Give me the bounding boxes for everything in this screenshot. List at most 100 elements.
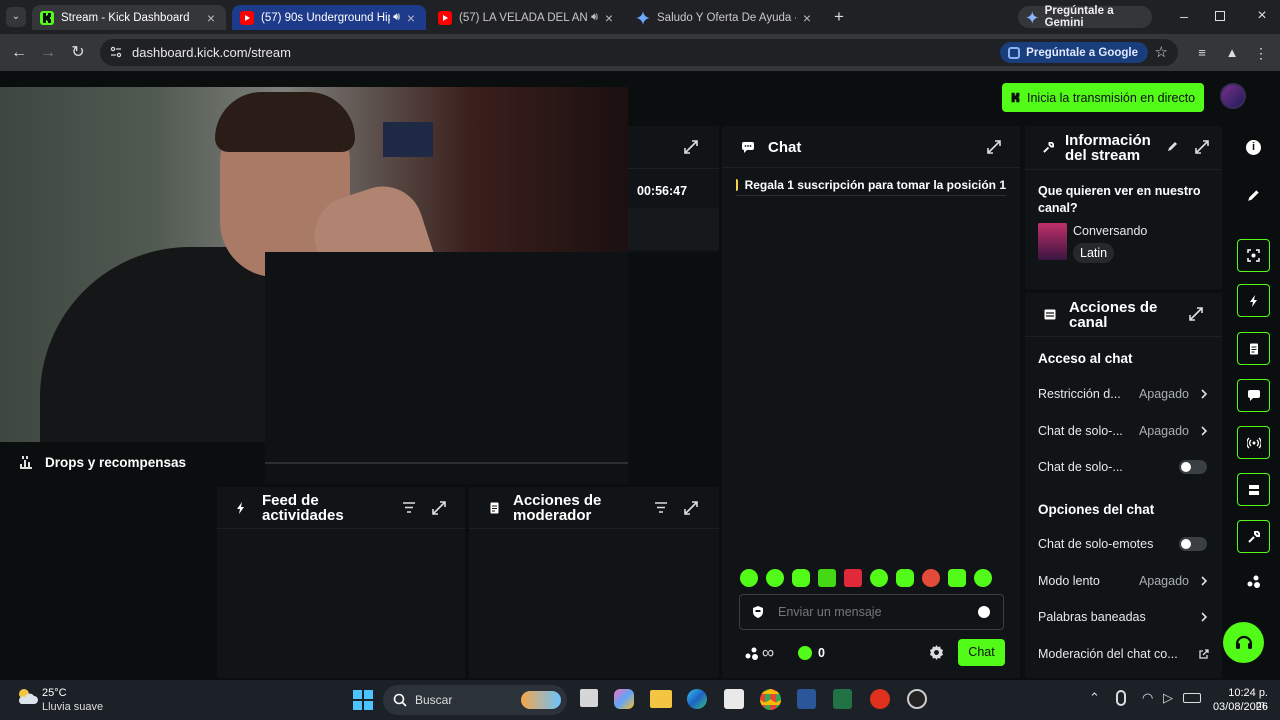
rail-button-channel[interactable] [1237,473,1270,506]
back-button[interactable]: ← [9,43,29,63]
volume-icon[interactable]: ▷ [1163,690,1173,706]
chat-access-heading: Acceso al chat [1038,351,1133,366]
stream-info-title-2: del stream [1065,147,1141,164]
obs-icon[interactable] [907,689,927,709]
site-info-icon[interactable] [110,46,122,58]
emote-icon[interactable] [740,569,758,587]
extension-icon[interactable]: ▲ [1222,43,1242,63]
subscribers-only-row: Chat de solo-... [1038,457,1209,477]
store-icon[interactable] [724,689,744,709]
emote-icon[interactable] [974,569,992,587]
gear-icon[interactable] [929,645,944,660]
send-chat-button[interactable]: Chat [958,639,1005,666]
slow-restriction-row[interactable]: Restricción d... Apagado [1038,384,1209,404]
close-icon[interactable]: × [800,10,814,26]
emote-icon[interactable] [948,569,966,587]
expand-icon[interactable] [684,140,698,154]
followers-only-row[interactable]: Chat de solo-... Apagado [1038,421,1209,441]
taskbar-search-box[interactable]: Buscar [383,685,567,715]
close-icon[interactable]: × [404,10,418,26]
rail-button-mod[interactable] [1237,332,1270,365]
emote-icon[interactable] [792,569,810,587]
rail-button-tools[interactable] [1237,520,1270,553]
battery-icon[interactable] [1183,693,1201,703]
minimize-button[interactable]: – [1175,8,1193,26]
chrome-icon[interactable] [760,689,781,710]
close-window-button[interactable]: × [1253,7,1271,25]
category-name[interactable]: Conversando [1073,224,1147,238]
close-icon[interactable]: × [204,10,218,26]
cluster-icon[interactable] [745,647,759,661]
banned-words-row[interactable]: Palabras baneadas [1038,607,1209,627]
tag-chip[interactable]: Latin [1073,243,1115,263]
weather-temp[interactable]: 25°C [42,687,67,699]
expand-icon[interactable] [432,501,446,515]
emoji-icon[interactable] [978,606,990,618]
excel-icon[interactable] [833,689,852,709]
file-explorer-icon[interactable] [650,690,672,708]
emote-only-toggle[interactable] [1179,537,1207,551]
bookmark-star-icon[interactable]: ☆ [1155,43,1168,61]
ask-google-button[interactable]: Pregúntale a Google [1000,42,1148,63]
drops-rewards-item[interactable]: Drops y recompensas [18,454,186,470]
tab-youtube-velada[interactable]: (57) LA VELADA DEL AÑO V 🔊︎ × [430,5,624,30]
app-red-icon[interactable] [870,689,890,709]
gift-sub-banner[interactable]: Regala 1 suscripción para tomar la posic… [736,174,1006,196]
omnibox[interactable]: dashboard.kick.com/stream Pregúntale a G… [100,39,1178,66]
rail-button-screen[interactable] [1237,239,1270,272]
avatar[interactable] [1220,83,1246,109]
person-hair [215,92,355,152]
emote-icon[interactable] [844,569,862,587]
cluster-icon[interactable] [1247,575,1261,589]
new-tab-button[interactable]: + [830,7,848,27]
word-icon[interactable] [797,689,816,709]
forward-button[interactable]: → [38,43,58,63]
emote-icon[interactable] [870,569,888,587]
media-controls-icon[interactable]: ≡ [1192,43,1212,63]
support-chat-button[interactable] [1223,622,1264,663]
expand-icon[interactable] [1189,307,1203,321]
chat-moderation-row[interactable]: Moderación del chat co... [1038,644,1209,664]
gemini-button[interactable]: Pregúntale a Gemini [1018,5,1152,29]
emote-icon[interactable] [766,569,784,587]
windows-start-icon[interactable] [353,690,373,710]
rail-button-broadcast[interactable] [1237,426,1270,459]
speaker-icon[interactable]: 🔊︎ [393,11,400,24]
subscribers-only-toggle[interactable] [1179,460,1207,474]
microphone-icon[interactable] [1116,690,1126,706]
kick-points-icon[interactable] [798,646,812,660]
rail-button-activity[interactable] [1237,284,1270,317]
filter-icon[interactable] [655,502,667,513]
chat-input-box[interactable] [739,594,1004,630]
close-icon[interactable]: × [602,10,616,26]
webcam-preview [0,87,628,442]
edge-icon[interactable] [687,689,707,709]
emote-icon[interactable] [896,569,914,587]
tab-search-button[interactable]: ⌄ [6,7,26,27]
expand-icon[interactable] [1195,140,1209,154]
task-view-icon[interactable] [580,689,598,707]
emote-icon[interactable] [922,569,940,587]
copilot-icon[interactable] [614,689,634,709]
filter-icon[interactable] [403,502,415,513]
restore-button[interactable] [1215,11,1225,21]
tab-kick-dashboard[interactable]: Stream - Kick Dashboard × [32,5,226,30]
pencil-icon[interactable] [1167,140,1179,152]
expand-icon[interactable] [684,501,698,515]
pencil-icon[interactable] [1247,188,1261,202]
chat-message-input[interactable] [778,605,978,619]
expand-icon[interactable] [987,140,1001,154]
chevron-up-icon[interactable]: ⌃ [1089,690,1100,706]
rail-button-chat[interactable] [1237,379,1270,412]
info-icon[interactable]: i [1246,140,1261,155]
speaker-icon[interactable]: 🔊︎ [591,11,598,24]
tab-gemini[interactable]: Saludo Y Oferta De Ayuda - Go × [628,5,822,30]
reload-button[interactable]: ↻ [68,43,88,63]
wifi-icon[interactable]: ◠ [1142,690,1153,706]
slow-mode-row[interactable]: Modo lento Apagado [1038,571,1209,591]
emote-icon[interactable] [818,569,836,587]
tab-youtube-hiphop[interactable]: (57) 90s Underground Hip 🔊︎ × [232,5,426,30]
menu-icon[interactable]: ⋮ [1251,43,1271,63]
go-live-button[interactable]: Inicia la transmisión en directo [1002,83,1204,112]
chat-icon [742,142,754,153]
